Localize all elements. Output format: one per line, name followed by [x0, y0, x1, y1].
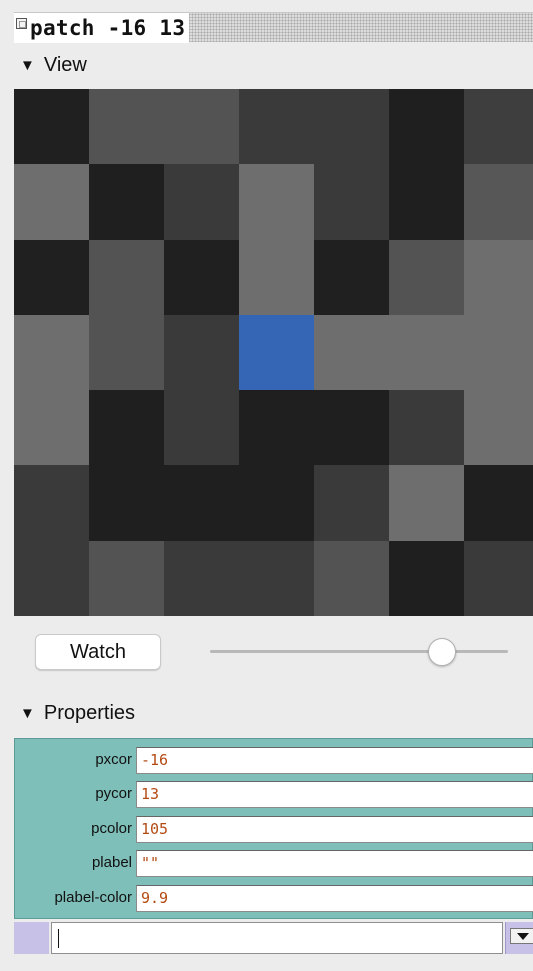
properties-section-toggle[interactable]: ▼ Properties — [20, 702, 135, 725]
property-row-pxcor: pxcor -16 — [15, 746, 533, 774]
property-row-plabel: plabel "" — [15, 849, 533, 877]
patch-cell[interactable] — [239, 390, 314, 466]
property-value-field[interactable]: "" — [136, 850, 533, 877]
property-row-pycor: pycor 13 — [15, 780, 533, 808]
patch-cell[interactable] — [314, 390, 389, 466]
zoom-slider-thumb[interactable] — [428, 638, 457, 666]
patch-cell[interactable] — [464, 164, 533, 240]
property-value-field[interactable]: 9.9 — [136, 885, 533, 912]
patch-cell[interactable] — [14, 465, 89, 541]
patch-cell[interactable] — [464, 465, 533, 541]
command-center-agent-selector[interactable] — [14, 922, 49, 954]
patch-cell[interactable] — [389, 89, 464, 165]
patch-cell[interactable] — [389, 390, 464, 466]
close-box-icon[interactable] — [16, 17, 27, 29]
patch-cell[interactable] — [389, 239, 464, 315]
patch-cell[interactable] — [389, 465, 464, 541]
patch-cell[interactable] — [314, 540, 389, 616]
patch-cell[interactable] — [239, 465, 314, 541]
patch-cell[interactable] — [89, 540, 164, 616]
patch-cell[interactable] — [14, 540, 89, 616]
patch-cell[interactable] — [89, 390, 164, 466]
view-section-toggle[interactable]: ▼ View — [20, 54, 87, 77]
property-value-field[interactable]: 105 — [136, 816, 533, 843]
command-history-dropdown[interactable] — [505, 922, 533, 954]
property-label: plabel-color — [54, 889, 132, 906]
patch-cell[interactable] — [314, 465, 389, 541]
patch-cell[interactable] — [314, 314, 389, 391]
patch-cell[interactable] — [89, 164, 164, 240]
patch-cell[interactable] — [14, 89, 89, 165]
patch-cell[interactable] — [239, 164, 314, 240]
property-label: pcolor — [91, 820, 132, 837]
patch-cell[interactable] — [314, 239, 389, 315]
disclosure-triangle-icon: ▼ — [20, 705, 35, 722]
patch-cell[interactable] — [164, 390, 239, 466]
patch-cell[interactable] — [14, 164, 89, 240]
patch-cell[interactable] — [164, 239, 239, 315]
patch-cell[interactable] — [164, 465, 239, 541]
zoom-slider-track[interactable] — [210, 650, 508, 653]
property-label: pxcor — [95, 751, 132, 768]
patch-cell[interactable] — [464, 239, 533, 315]
patch-cell[interactable] — [89, 465, 164, 541]
property-row-pcolor: pcolor 105 — [15, 815, 533, 843]
patch-cell[interactable] — [89, 89, 164, 165]
patch-cell[interactable] — [464, 314, 533, 391]
patch-cell[interactable] — [89, 239, 164, 315]
property-value-field[interactable]: -16 — [136, 747, 533, 774]
watch-button[interactable]: Watch — [35, 634, 161, 670]
chevron-down-icon — [510, 928, 533, 944]
property-value-field[interactable]: 13 — [136, 781, 533, 808]
patch-cell[interactable] — [164, 164, 239, 240]
patch-cell[interactable] — [389, 314, 464, 391]
window-title-bar[interactable]: patch -16 13 — [14, 12, 533, 43]
text-cursor — [58, 929, 59, 948]
property-label: pycor — [95, 785, 132, 802]
patch-cell[interactable] — [389, 540, 464, 616]
patch-cell[interactable] — [389, 164, 464, 240]
patch-cell[interactable] — [464, 89, 533, 165]
view-section-label: View — [43, 54, 87, 76]
patch-cell[interactable] — [164, 314, 239, 391]
patch-cell[interactable] — [89, 314, 164, 391]
patch-cell[interactable] — [14, 239, 89, 315]
patch-cell[interactable] — [239, 239, 314, 315]
patch-cell[interactable] — [164, 540, 239, 616]
patch-cell[interactable] — [314, 164, 389, 240]
patch-cell[interactable] — [14, 314, 89, 391]
properties-section-label: Properties — [43, 702, 136, 724]
properties-panel: pxcor -16 pycor 13 pcolor 105 plabel "" … — [14, 738, 533, 919]
title-label-area: patch -16 13 — [14, 13, 190, 43]
patch-cell[interactable] — [239, 89, 314, 165]
patch-cell[interactable] — [464, 390, 533, 466]
patch-view[interactable] — [14, 89, 533, 616]
patch-cell[interactable] — [239, 314, 314, 391]
patch-cell[interactable] — [14, 390, 89, 466]
property-row-plabel-color: plabel-color 9.9 — [15, 884, 533, 912]
property-label: plabel — [91, 854, 132, 871]
disclosure-triangle-icon: ▼ — [20, 57, 35, 74]
command-input[interactable] — [51, 922, 503, 954]
patch-cell[interactable] — [464, 540, 533, 616]
window-title: patch -16 13 — [30, 16, 186, 40]
patch-cell[interactable] — [239, 540, 314, 616]
patch-cell[interactable] — [314, 89, 389, 165]
patch-cell[interactable] — [164, 89, 239, 165]
